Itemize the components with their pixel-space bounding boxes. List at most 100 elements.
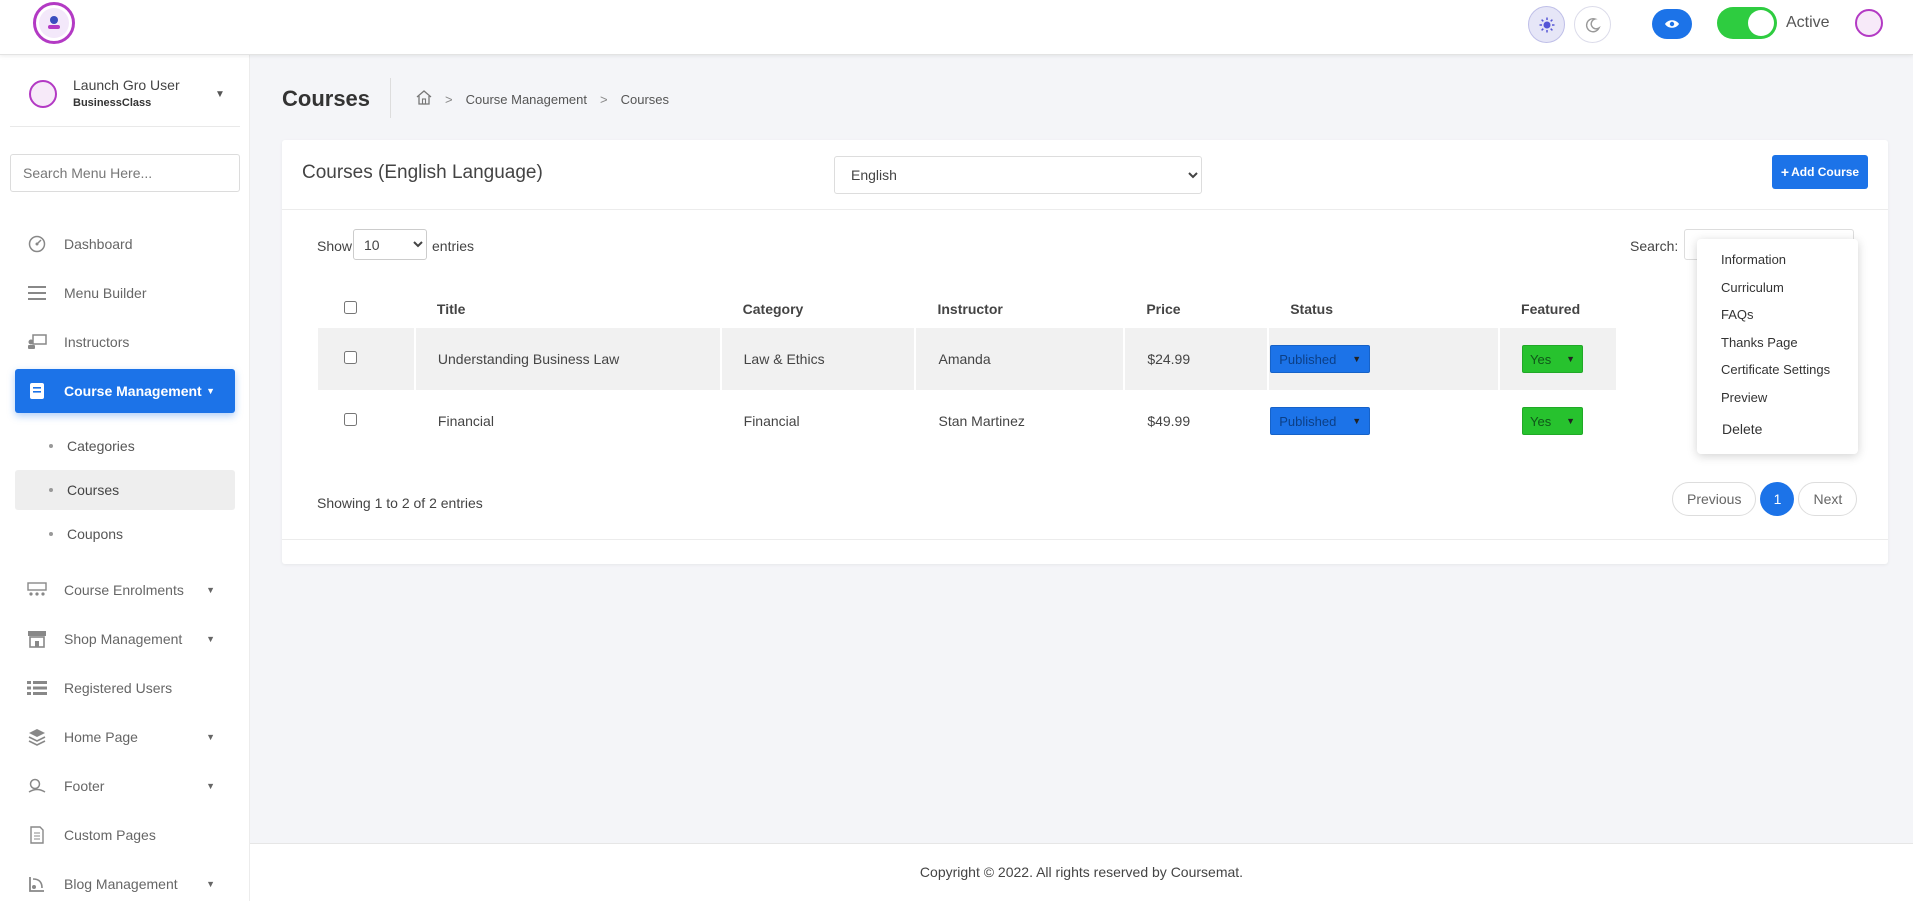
chevron-down-icon: ▼ bbox=[1352, 416, 1362, 426]
sidebar-item-blog-management[interactable]: Blog Management ▼ bbox=[15, 862, 235, 901]
page-1-button[interactable]: 1 bbox=[1760, 482, 1795, 516]
column-header-featured[interactable]: Featured bbox=[1499, 290, 1617, 328]
sidebar-item-custom-pages[interactable]: Custom Pages bbox=[15, 813, 235, 857]
moon-icon bbox=[1585, 17, 1601, 32]
next-page-button[interactable]: Next bbox=[1798, 482, 1858, 516]
chevron-down-icon: ▼ bbox=[1566, 354, 1576, 364]
card-footer-divider bbox=[282, 539, 1888, 540]
bullet-dot bbox=[49, 488, 53, 492]
caret-down-icon: ▼ bbox=[206, 386, 215, 396]
show-label: Show bbox=[317, 238, 353, 254]
sidebar-item-label: Dashboard bbox=[64, 236, 133, 252]
featured-select[interactable]: Yes ▼ bbox=[1522, 407, 1584, 435]
select-all-checkbox[interactable] bbox=[344, 301, 357, 314]
user-role: BusinessClass bbox=[73, 97, 152, 109]
menu-item-faqs[interactable]: FAQs bbox=[1721, 307, 1754, 322]
store-icon bbox=[26, 628, 48, 650]
sun-icon bbox=[1539, 17, 1554, 32]
toggle-knob bbox=[1748, 10, 1774, 36]
column-header-status[interactable]: Status bbox=[1268, 290, 1499, 328]
instructor-icon bbox=[26, 331, 48, 353]
card-header: Courses (English Language) English + Add … bbox=[282, 140, 1888, 210]
featured-value: Yes bbox=[1530, 413, 1552, 429]
sidebar-item-registered-users[interactable]: Registered Users bbox=[15, 666, 235, 710]
plus-icon: + bbox=[1780, 164, 1790, 180]
caret-down-icon[interactable]: ▼ bbox=[215, 89, 225, 100]
menu-item-preview[interactable]: Preview bbox=[1721, 390, 1767, 405]
enrolments-icon bbox=[26, 579, 48, 601]
sidebar-subitem-label: Courses bbox=[67, 482, 120, 498]
breadcrumb-current: Courses bbox=[620, 91, 670, 107]
sidebar-avatar bbox=[29, 80, 57, 108]
menu-item-certificate-settings[interactable]: Certificate Settings bbox=[1721, 362, 1830, 377]
user-name: Launch Gro User bbox=[73, 77, 180, 93]
column-header-category[interactable]: Category bbox=[721, 290, 916, 328]
logo-mark bbox=[39, 8, 69, 38]
sidebar-item-course-management[interactable]: Course Management ▼ bbox=[15, 369, 235, 413]
row-checkbox[interactable] bbox=[344, 413, 357, 426]
blog-icon bbox=[26, 873, 48, 895]
caret-down-icon: ▼ bbox=[206, 585, 215, 595]
status-toggle[interactable] bbox=[1717, 7, 1777, 39]
dark-mode-button[interactable] bbox=[1574, 6, 1611, 43]
course-instructor: Stan Martinez bbox=[915, 390, 1126, 452]
home-icon[interactable] bbox=[416, 90, 432, 108]
menu-item-curriculum[interactable]: Curriculum bbox=[1721, 280, 1784, 295]
status-select[interactable]: Published ▼ bbox=[1270, 407, 1371, 435]
entries-label: entries bbox=[432, 238, 475, 254]
user-card[interactable]: Launch Gro User BusinessClass ▼ bbox=[10, 67, 240, 127]
featured-select[interactable]: Yes ▼ bbox=[1522, 345, 1584, 373]
footer-icon bbox=[26, 775, 48, 797]
menu-item-thanks-page[interactable]: Thanks Page bbox=[1721, 335, 1798, 350]
status-value: Published bbox=[1279, 413, 1337, 429]
featured-cell: Yes ▼ bbox=[1499, 390, 1618, 452]
column-header-title[interactable]: Title bbox=[415, 290, 721, 328]
table-header-row: Title Category Instructor Price Status F… bbox=[318, 290, 1617, 328]
book-icon bbox=[26, 380, 48, 402]
entries-select[interactable]: 10 bbox=[353, 229, 427, 260]
top-bar: Active bbox=[0, 0, 1913, 55]
status-value: Published bbox=[1279, 351, 1337, 367]
menu-item-delete[interactable]: Delete bbox=[1722, 421, 1762, 437]
sidebar-item-home-page[interactable]: Home Page ▼ bbox=[15, 715, 235, 759]
featured-value: Yes bbox=[1530, 351, 1552, 367]
light-mode-button[interactable] bbox=[1528, 6, 1565, 43]
column-header-instructor[interactable]: Instructor bbox=[915, 290, 1124, 328]
search-menu-input[interactable] bbox=[10, 154, 240, 192]
add-course-button[interactable]: + Add Course bbox=[1772, 155, 1868, 189]
add-course-label: Add Course bbox=[1791, 165, 1860, 179]
course-actions-menu: Information Curriculum FAQs Thanks Page … bbox=[1697, 239, 1858, 454]
sidebar-item-label: Blog Management bbox=[64, 876, 178, 892]
sidebar-item-footer[interactable]: Footer ▼ bbox=[15, 764, 235, 808]
table-info: Showing 1 to 2 of 2 entries bbox=[317, 495, 483, 511]
sidebar-item-label: Course Enrolments bbox=[64, 582, 184, 598]
brand-logo[interactable] bbox=[33, 2, 75, 44]
sidebar-item-dashboard[interactable]: Dashboard bbox=[15, 222, 235, 266]
language-select[interactable]: English bbox=[834, 156, 1202, 194]
sidebar-item-instructors[interactable]: Instructors bbox=[15, 320, 235, 364]
title-divider bbox=[390, 78, 391, 118]
user-avatar[interactable] bbox=[1855, 9, 1883, 37]
sidebar-subitem-categories[interactable]: Categories bbox=[15, 426, 235, 466]
courses-card: Courses (English Language) English + Add … bbox=[282, 140, 1888, 564]
previous-page-button[interactable]: Previous bbox=[1672, 482, 1757, 516]
caret-down-icon: ▼ bbox=[206, 634, 215, 644]
bullet-dot bbox=[49, 532, 53, 536]
column-header-price[interactable]: Price bbox=[1124, 290, 1268, 328]
preview-site-button[interactable] bbox=[1652, 9, 1692, 39]
sidebar-item-shop-management[interactable]: Shop Management ▼ bbox=[15, 617, 235, 661]
sidebar-item-label: Home Page bbox=[64, 729, 138, 745]
menu-item-information[interactable]: Information bbox=[1721, 252, 1786, 267]
sidebar-item-menu-builder[interactable]: Menu Builder bbox=[15, 271, 235, 315]
sidebar-subitem-courses[interactable]: Courses bbox=[15, 470, 235, 510]
sidebar-item-course-enrolments[interactable]: Course Enrolments ▼ bbox=[15, 568, 235, 612]
card-title: Courses (English Language) bbox=[302, 162, 543, 183]
breadcrumb-link[interactable]: Course Management bbox=[466, 92, 587, 107]
sidebar-item-label: Course Management bbox=[64, 383, 202, 399]
bullet-dot bbox=[49, 444, 53, 448]
row-checkbox[interactable] bbox=[344, 351, 357, 364]
status-select[interactable]: Published ▼ bbox=[1270, 345, 1371, 373]
sidebar-subitem-coupons[interactable]: Coupons bbox=[15, 514, 235, 554]
search-label: Search: bbox=[1630, 238, 1679, 254]
pagination: Previous 1 Next bbox=[1672, 482, 1858, 516]
